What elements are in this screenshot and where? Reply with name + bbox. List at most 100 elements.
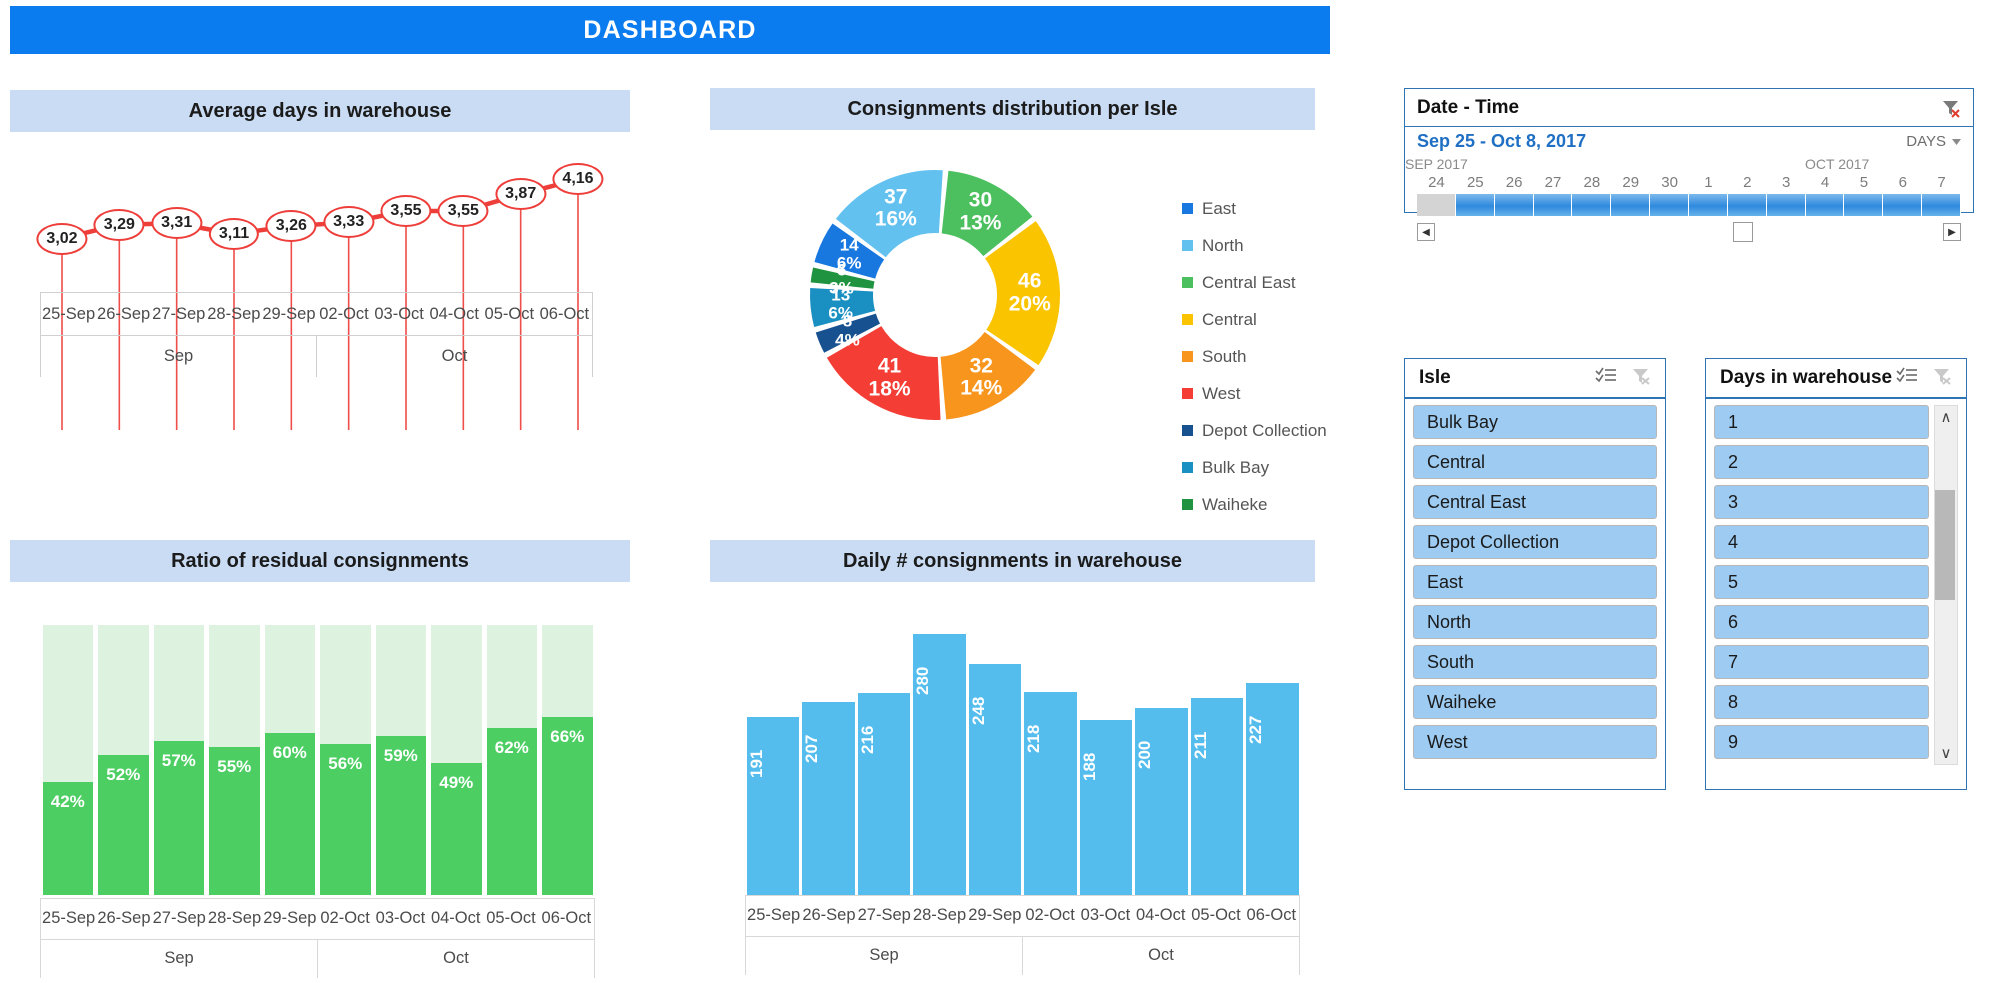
legend-label: East [1202,198,1237,218]
isle-slicer-title: Isle [1419,367,1451,388]
ratio-bar-column: 56% [320,625,371,895]
ratio-bar-column: 59% [375,625,426,895]
axis-tick-label: 03-Oct [374,304,424,323]
data-label: 3,55 [380,195,432,227]
timeline-header: Date - Time [1405,89,1973,127]
axis-tick-label: 04-Oct [430,909,481,928]
panel-title-daily: Daily # consignments in warehouse [710,540,1315,582]
timeline-cell[interactable] [1417,194,1456,216]
data-label: 3,02 [36,222,88,255]
daily-bar-label: 188 [1079,752,1099,781]
slicer-item[interactable]: South [1413,645,1657,679]
slicer-item[interactable]: West [1413,725,1657,759]
timeline-scroll-footer[interactable]: ◀ ▶ [1417,220,1961,244]
scrollbar-thumb[interactable] [1935,490,1955,600]
daily-bar-label: 200 [1135,741,1154,770]
timeline-cell[interactable] [1455,194,1495,216]
timeline-cell[interactable] [1689,194,1728,216]
timeline-level-dropdown[interactable]: DAYS [1906,133,1961,150]
timeline-cell[interactable] [1533,194,1573,216]
daily-bar-label: 280 [913,666,932,695]
slicer-item[interactable]: 5 [1714,565,1929,599]
slicer-item[interactable]: Depot Collection [1413,525,1657,559]
slicer-item[interactable]: Bulk Bay [1413,405,1657,439]
timeline-scroll-handle[interactable] [1732,222,1753,242]
isle-slicer-body: Bulk Bay Central Central East Depot Collect… [1405,399,1665,765]
axis-tick-label: 05-Oct [484,304,535,323]
timeline-cell[interactable] [1494,194,1534,216]
data-label: 4,16 [552,163,604,196]
timeline-day-label: 24 [1428,174,1445,191]
slicer-item[interactable]: East [1413,565,1657,599]
legend-swatch [1182,203,1193,214]
timeline-cell[interactable] [1572,194,1612,216]
timeline-day-label: 26 [1505,174,1523,191]
slicer-item[interactable]: 4 [1714,525,1929,559]
axis-tick-label: 27-Sep [152,909,206,928]
timeline-cell[interactable] [1883,194,1923,216]
isle-clear-filter-button[interactable] [1631,367,1651,390]
panel-title-avg-days: Average days in warehouse [10,90,630,132]
multi-select-button[interactable] [1896,367,1918,390]
ratio-bar-column: 49% [431,625,482,895]
legend-item: North [1182,227,1382,264]
slicer-item[interactable]: 3 [1714,485,1929,519]
axis-tick-label: 02-Oct [319,304,369,323]
timeline-prev-button[interactable]: ◀ [1417,223,1435,241]
timeline-day-labels: 24 25 26 27 28 29 30 1 2 3 4 5 6 7 [1405,172,1973,191]
daily-bar-label: 248 [968,696,988,725]
days-slicer-title: Days in warehouse [1720,367,1893,388]
ratio-bar-column: 57% [153,625,204,895]
slicer-item[interactable]: 2 [1714,445,1929,479]
timeline-cell[interactable] [1922,194,1962,216]
slicer-item[interactable]: Central East [1413,485,1657,519]
legend-item: South [1182,338,1382,375]
slicer-item[interactable]: Waiheke [1413,685,1657,719]
timeline-next-button[interactable]: ▶ [1943,223,1961,241]
daily-bar-column: 207 [802,615,855,895]
slicer-item[interactable]: 9 [1714,725,1929,759]
axis-group-label: Oct [441,347,468,365]
daily-bar-column: 248 [968,615,1021,895]
legend-item: Depot Collection [1182,412,1382,449]
legend-item: Waiheke [1182,486,1382,523]
timeline-day-label: 3 [1781,174,1791,191]
scrollbar-track[interactable] [1935,428,1957,742]
days-clear-filter-button[interactable] [1932,367,1952,390]
timeline-cell[interactable] [1805,194,1845,216]
daily-bar-label: 207 [802,734,821,763]
timeline-selection-bar[interactable] [1417,194,1962,216]
slicer-item[interactable]: 1 [1714,405,1929,439]
slicer-item[interactable]: 7 [1714,645,1929,679]
timeline-cell[interactable] [1727,194,1767,216]
timeline-clear-filter-button[interactable] [1941,98,1961,118]
scroll-up-icon[interactable]: ∧ [1941,406,1952,428]
data-label: 3,11 [208,217,260,250]
days-slicer-scrollbar[interactable]: ∧ ∨ [1934,405,1958,765]
legend-swatch [1182,388,1193,399]
axis-tick-label: 04-Oct [1135,906,1186,925]
days-in-warehouse-slicer[interactable]: Days in warehouse 1 2 3 4 5 6 7 8 9 ∧ ∨ [1705,358,1967,790]
slicer-item[interactable]: 6 [1714,605,1929,639]
date-time-timeline-slicer[interactable]: Date - Time Sep 25 - Oct 8, 2017 DAYS SE… [1404,88,1974,242]
slicer-item[interactable]: 8 [1714,685,1929,719]
data-label: 3,87 [495,178,547,211]
slicer-item[interactable]: Central [1413,445,1657,479]
timeline-cell[interactable] [1611,194,1651,216]
isle-slicer[interactable]: Isle Bulk Bay Central Central East Depot… [1404,358,1666,790]
axis-group-label: Sep [41,939,318,978]
avg-days-line-chart: 3,02 3,29 3,31 3,11 3,26 3,33 3,55 3,55 3,87 4,16 [36,140,604,430]
panel-title-donut: Consignments distribution per Isle [710,88,1315,130]
axis-tick-label: 28-Sep [207,304,261,323]
multi-select-icon [1896,367,1917,382]
daily-bar-label: 218 [1024,724,1043,753]
timeline-cell[interactable] [1766,194,1806,216]
scroll-down-icon[interactable]: ∨ [1941,742,1952,764]
legend-swatch [1182,277,1193,288]
multi-select-button[interactable] [1595,367,1617,390]
timeline-cell[interactable] [1650,194,1690,216]
slicer-item[interactable]: North [1413,605,1657,639]
axis-tick-label: 05-Oct [1191,906,1241,925]
days-slicer-header: Days in warehouse [1706,359,1966,399]
timeline-cell[interactable] [1844,194,1884,216]
